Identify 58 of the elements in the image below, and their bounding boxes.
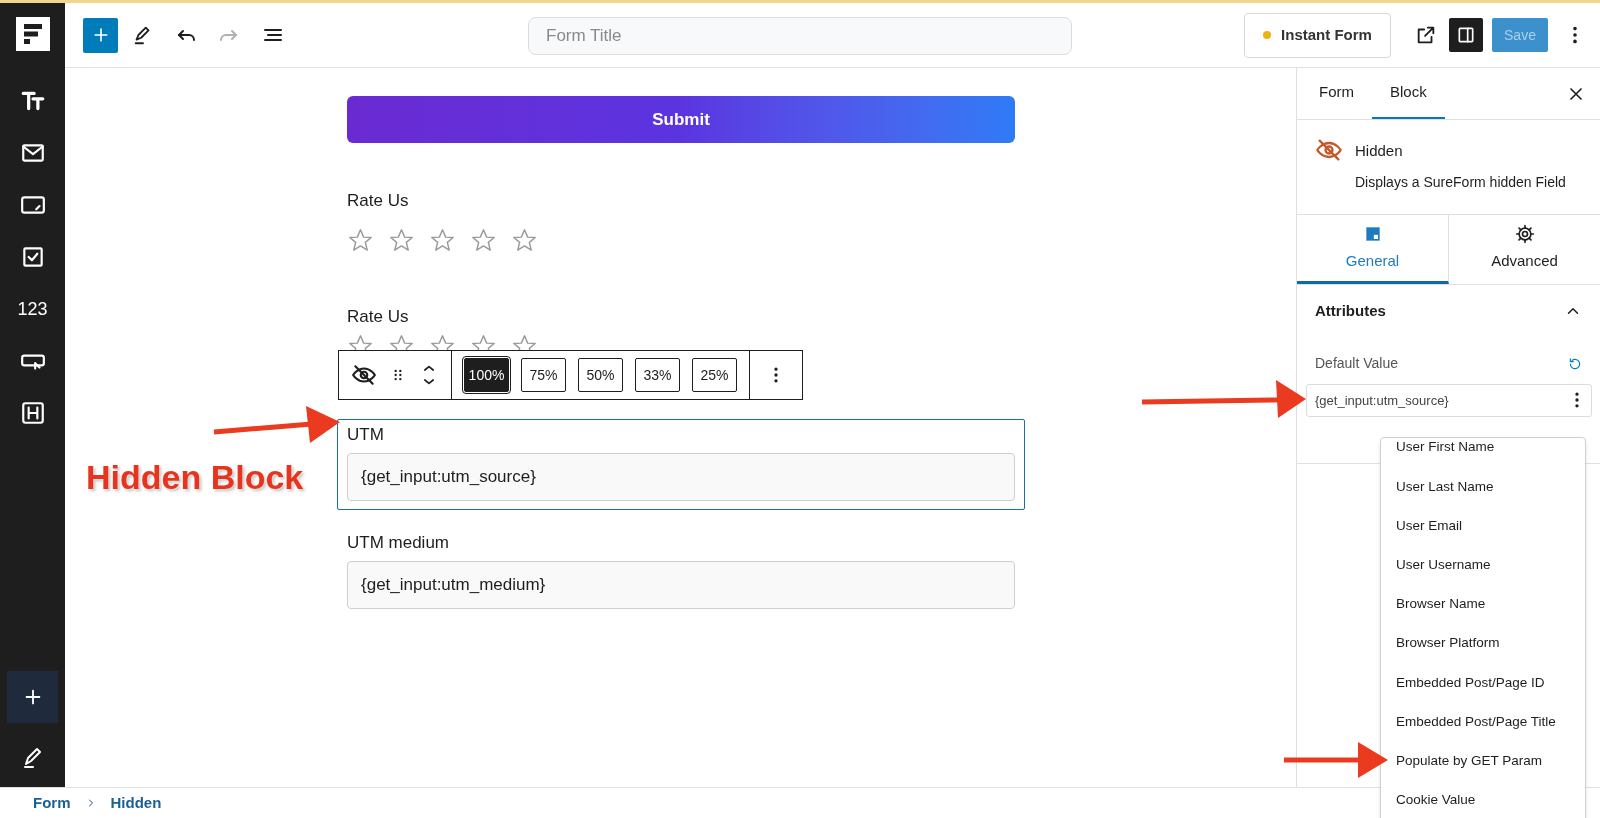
eye-slash-icon[interactable] <box>351 362 377 388</box>
reset-icon[interactable] <box>1568 356 1582 371</box>
width-option-button[interactable]: 33% <box>635 358 680 392</box>
external-link-icon[interactable] <box>1415 24 1437 46</box>
field-label: UTM medium <box>347 533 450 553</box>
default-value-field[interactable]: {get_input:utm_source} <box>1306 384 1592 417</box>
field-label: UTM <box>347 425 385 445</box>
menu-item[interactable]: User Username <box>1381 545 1585 585</box>
heading-icon[interactable] <box>19 400 46 426</box>
field-label: Rate Us <box>347 191 410 211</box>
star-icon[interactable] <box>470 227 497 254</box>
form-title-field[interactable]: Form Title <box>528 17 1072 55</box>
width-option-button[interactable]: 25% <box>692 358 737 392</box>
menu-item[interactable]: Cookie Value <box>1381 780 1585 818</box>
breadcrumb-link[interactable]: Hidden <box>110 791 162 815</box>
star-icon[interactable] <box>429 333 456 351</box>
settings-tab[interactable]: Advanced <box>1449 215 1600 284</box>
gear-icon <box>1514 223 1535 244</box>
menu-item[interactable]: Embedded Post/Page Title <box>1381 702 1585 742</box>
annotation-text: Hidden Block <box>86 457 304 498</box>
star-icon[interactable] <box>511 227 538 254</box>
width-option-button[interactable]: 100% <box>464 358 509 392</box>
number-field-item[interactable]: 123 <box>17 295 48 323</box>
menu-item[interactable]: Browser Name <box>1381 584 1585 624</box>
text-field[interactable]: {get_input:utm_source} <box>347 453 1015 501</box>
section-header[interactable]: Attributes <box>1315 285 1582 337</box>
eye-slash-icon <box>1315 136 1343 164</box>
settings-tab[interactable]: General <box>1297 215 1449 284</box>
field-label: Rate Us <box>347 307 410 327</box>
width-option-button[interactable]: 50% <box>578 358 623 392</box>
submit-button[interactable]: Submit <box>347 96 1015 143</box>
star-icon[interactable] <box>347 333 374 351</box>
menu-item[interactable]: User Email <box>1381 506 1585 546</box>
add-block-button[interactable] <box>83 17 118 53</box>
instant-form-button[interactable]: Instant Form <box>1244 12 1391 58</box>
width-option-button[interactable]: 75% <box>521 358 566 392</box>
sidebar-toggle-button[interactable] <box>1449 18 1483 52</box>
star-icon[interactable] <box>511 333 538 351</box>
logo-icon[interactable] <box>15 17 50 51</box>
menu-item[interactable]: Populate by GET Param <box>1381 741 1585 781</box>
breadcrumb-link[interactable]: Form <box>33 791 71 815</box>
block-title: Hidden <box>1355 141 1404 161</box>
text-field[interactable]: {get_input:utm_medium} <box>347 561 1015 609</box>
star-icon[interactable] <box>470 333 497 351</box>
panel-tab[interactable]: Form <box>1301 68 1372 119</box>
field-label: Default Value <box>1315 354 1398 373</box>
menu-item[interactable]: User First Name <box>1381 438 1585 468</box>
star-icon[interactable] <box>347 227 374 254</box>
menu-item[interactable]: Embedded Post/Page ID <box>1381 663 1585 703</box>
selected-block-outline[interactable]: UTM {get_input:utm_source} <box>337 419 1025 510</box>
panel-tab[interactable]: Block <box>1372 68 1445 119</box>
star-icon[interactable] <box>388 333 415 351</box>
sidebar-icon <box>1456 25 1476 45</box>
menu-item[interactable]: Browser Platform <box>1381 623 1585 664</box>
star-icon[interactable] <box>429 227 456 254</box>
star-icon[interactable] <box>388 227 415 254</box>
menu-item[interactable]: User Last Name <box>1381 467 1585 507</box>
block-description: Displays a SureForm hidden Field <box>1355 172 1566 192</box>
